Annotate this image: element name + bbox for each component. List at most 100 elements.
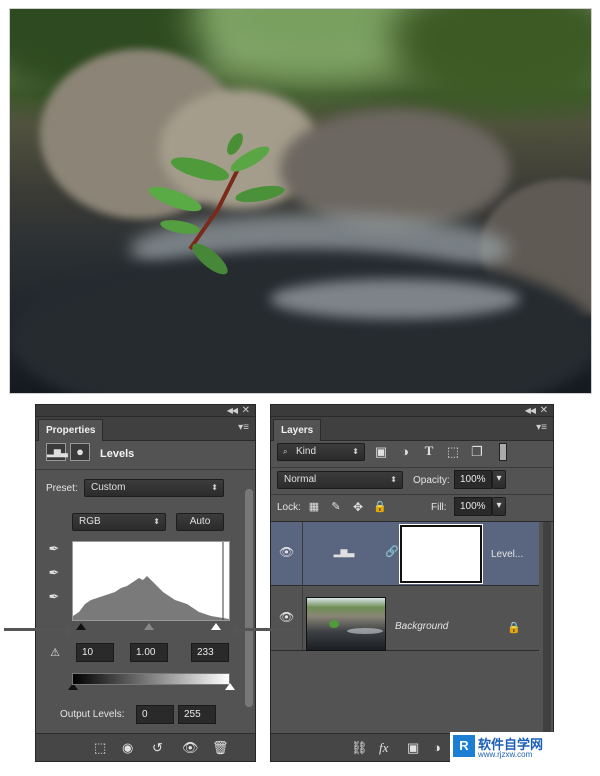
- fill-label: Fill:: [431, 502, 447, 513]
- pixel-filter-icon[interactable]: ▣: [373, 444, 389, 460]
- eye-column-divider: [302, 522, 303, 585]
- lock-all-icon[interactable]: 🔒: [373, 499, 387, 515]
- trash-icon[interactable]: 🗑: [212, 740, 229, 756]
- layer-thumbnail[interactable]: [306, 597, 386, 651]
- white-eyedropper-icon[interactable]: ✒: [46, 589, 62, 605]
- opacity-field[interactable]: 100%: [454, 470, 492, 489]
- input-gamma-field[interactable]: 1.00: [130, 643, 168, 662]
- view-previous-icon[interactable]: ◉: [122, 740, 133, 756]
- plant-graphic: [148, 133, 285, 275]
- output-gradient: [72, 673, 230, 685]
- arrow-left: [4, 628, 68, 631]
- updown-arrows-icon: ⬍: [390, 475, 397, 484]
- lock-label: Lock:: [277, 502, 301, 513]
- layer-name[interactable]: Level...: [491, 549, 523, 560]
- add-mask-icon[interactable]: ▣: [407, 740, 419, 756]
- tab-properties[interactable]: Properties: [38, 419, 104, 441]
- layer-mask-thumbnail[interactable]: [399, 524, 483, 584]
- input-gamma-slider[interactable]: [144, 623, 154, 630]
- lock-icon: 🔒: [507, 622, 521, 634]
- auto-button-label: Auto: [189, 516, 211, 527]
- panel-topstrip: ◀◀ ✕: [36, 405, 255, 417]
- arrow-left-head: [66, 624, 75, 636]
- levels-clip-warning-icon[interactable]: ⚠: [44, 645, 66, 661]
- close-icon[interactable]: ✕: [540, 405, 548, 416]
- layer-row-levels[interactable]: 👁 ▂▆▃ 🔗 Level...: [271, 522, 539, 586]
- panel-menu-icon[interactable]: ▾≡: [536, 422, 547, 433]
- lock-image-icon[interactable]: ✎: [329, 499, 343, 515]
- link-layers-icon[interactable]: ⛓: [351, 740, 368, 756]
- filter-toggle[interactable]: [499, 443, 507, 461]
- input-black-field[interactable]: 10: [76, 643, 114, 662]
- visibility-icon[interactable]: 👁: [182, 740, 199, 756]
- properties-bottom-bar: ⬚ ◉ ↺ 👁 🗑: [36, 733, 255, 761]
- panel-menu-icon[interactable]: ▾≡: [238, 422, 249, 433]
- histogram: [72, 541, 230, 621]
- eye-column-divider: [302, 587, 303, 650]
- updown-arrows-icon: ⬍: [211, 483, 218, 492]
- updown-arrows-icon: ⬍: [352, 447, 359, 456]
- lock-transparent-icon[interactable]: ▦: [307, 499, 321, 515]
- layers-panel: ◀◀ ✕ Layers ▾≡ ⌕ Kind ⬍ ▣ ◑ T ⬚ ❐ Normal…: [270, 404, 554, 762]
- smart-object-filter-icon[interactable]: ❐: [469, 444, 485, 460]
- output-levels-label: Output Levels:: [60, 709, 125, 720]
- properties-panel: ◀◀ ✕ Properties ▾≡ ▂▆▃ ● Levels Preset: …: [35, 404, 256, 762]
- thumbnail-plant: [329, 620, 339, 628]
- panel-topstrip: ◀◀ ✕: [271, 405, 553, 417]
- input-black-slider[interactable]: [76, 623, 86, 630]
- auto-button[interactable]: Auto: [176, 513, 224, 531]
- adjustment-title: Levels: [100, 448, 135, 460]
- opacity-dropdown[interactable]: ▾: [492, 470, 506, 489]
- new-adjustment-icon[interactable]: ◑: [433, 740, 441, 755]
- mask-icon[interactable]: ●: [70, 443, 90, 461]
- input-white-field[interactable]: 233: [191, 643, 229, 662]
- chain-link-icon[interactable]: 🔗: [385, 544, 399, 560]
- kind-filter-value: Kind: [296, 446, 317, 457]
- input-white-slider[interactable]: [211, 623, 221, 630]
- channel-select[interactable]: RGB ⬍: [72, 513, 166, 531]
- layer-style-fx-icon[interactable]: fx: [379, 740, 388, 756]
- collapse-icon[interactable]: ◀◀: [525, 406, 536, 415]
- arrow-right-head: [230, 624, 239, 636]
- fill-field[interactable]: 100%: [454, 497, 492, 516]
- tab-layers[interactable]: Layers: [273, 419, 322, 441]
- type-filter-icon[interactable]: T: [421, 443, 437, 459]
- divider: [36, 469, 255, 470]
- close-icon[interactable]: ✕: [242, 405, 250, 416]
- opacity-label: Opacity:: [413, 475, 450, 486]
- blend-mode-value: Normal: [284, 474, 317, 485]
- gray-eyedropper-icon[interactable]: ✒: [46, 565, 62, 581]
- scrollbar-thumb[interactable]: [245, 489, 253, 707]
- shape-filter-icon[interactable]: ⬚: [445, 444, 461, 460]
- updown-arrows-icon: ⬍: [153, 517, 160, 526]
- divider: [271, 494, 553, 495]
- adjustment-filter-icon[interactable]: ◑: [397, 444, 413, 460]
- output-black-field[interactable]: 0: [136, 705, 174, 724]
- output-white-field[interactable]: 255: [178, 705, 216, 724]
- visibility-eye-icon[interactable]: 👁: [279, 610, 294, 624]
- lock-position-icon[interactable]: ✥: [351, 499, 365, 515]
- blend-mode-select[interactable]: Normal ⬍: [277, 471, 403, 489]
- divider: [271, 467, 553, 468]
- collapse-icon[interactable]: ◀◀: [227, 406, 238, 415]
- layer-name[interactable]: Background: [395, 621, 448, 632]
- preset-select[interactable]: Custom ⬍: [84, 479, 224, 497]
- layer-row-background[interactable]: 👁 Background 🔒: [271, 587, 539, 651]
- watermark-logo-icon: R: [453, 735, 475, 757]
- properties-scrollbar[interactable]: [245, 489, 253, 707]
- visibility-eye-icon[interactable]: 👁: [279, 545, 294, 559]
- reset-icon[interactable]: ↺: [152, 740, 163, 756]
- watermark: R 软件自学网 www.rjzxw.com: [450, 732, 554, 762]
- thumbnail-water: [347, 628, 383, 634]
- layers-tabrow: Layers ▾≡: [271, 417, 553, 441]
- watermark-url: www.rjzxw.com: [478, 750, 533, 759]
- output-white-slider[interactable]: [225, 683, 235, 690]
- layers-scrollbar[interactable]: [543, 522, 551, 735]
- properties-tabrow: Properties ▾≡: [36, 417, 255, 441]
- black-eyedropper-icon[interactable]: ✒: [46, 541, 62, 557]
- arrow-right: [238, 628, 296, 631]
- channel-value: RGB: [79, 516, 101, 527]
- fill-dropdown[interactable]: ▾: [492, 497, 506, 516]
- clip-to-layer-icon[interactable]: ⬚: [94, 740, 106, 756]
- kind-filter-select[interactable]: ⌕ Kind ⬍: [277, 443, 365, 461]
